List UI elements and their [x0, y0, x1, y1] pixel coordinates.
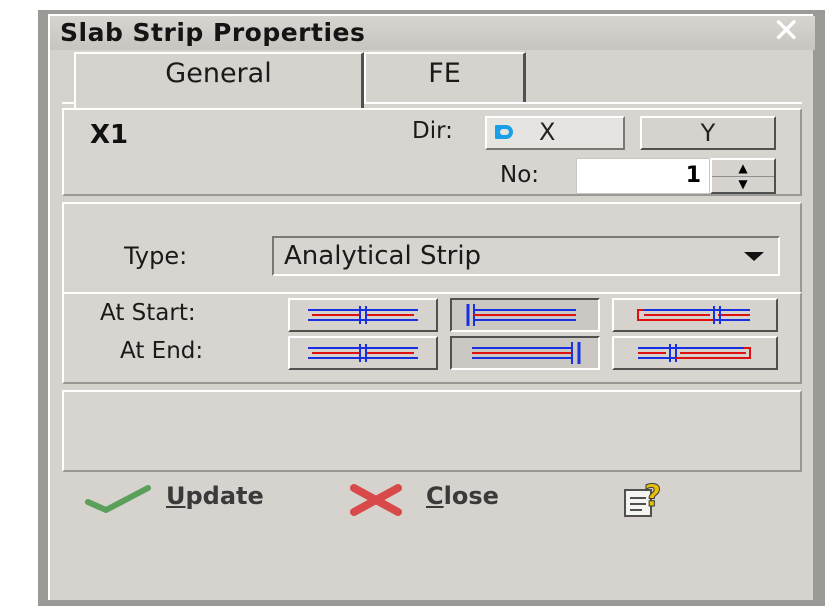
close-label-rest: lose [443, 482, 499, 510]
free-left-icon [638, 344, 751, 362]
title-bar[interactable]: Slab Strip Properties ✕ [50, 14, 815, 50]
update-label-rest: pdate [185, 482, 264, 510]
continuous-icon [308, 306, 418, 324]
action-bar: Update Close ? [62, 472, 802, 600]
tab-fe[interactable]: FE [364, 52, 526, 102]
dir-y-radio[interactable]: Y [640, 116, 776, 150]
start-continuous-button[interactable] [288, 298, 438, 332]
start-free-button[interactable] [612, 298, 778, 332]
dir-x-radio[interactable]: X [485, 116, 625, 150]
help-icon[interactable]: ? [622, 478, 672, 520]
strip-name: X1 [90, 120, 129, 150]
continuous-icon [308, 344, 418, 362]
radio-selected-icon [495, 125, 513, 139]
close-window-icon[interactable]: ✕ [772, 14, 801, 48]
spin-up-icon[interactable]: ▲ [712, 160, 774, 177]
strip-number-spinner[interactable]: ▲ ▼ [710, 158, 776, 194]
slab-strip-properties-dialog: Slab Strip Properties ✕ General FE X1 Di… [48, 14, 815, 600]
at-end-label: At End: [120, 338, 204, 364]
type-group: Type: Analytical Strip [62, 202, 802, 294]
close-button[interactable]: Close [426, 482, 499, 510]
end-free-button[interactable] [612, 336, 778, 370]
type-selected-value: Analytical Strip [284, 241, 482, 271]
dir-x-label: X [539, 118, 556, 146]
spin-down-icon[interactable]: ▼ [712, 176, 774, 192]
update-button[interactable]: Update [166, 482, 264, 510]
tab-general[interactable]: General [74, 52, 364, 108]
free-right-icon [637, 306, 750, 324]
svg-text:?: ? [644, 479, 661, 514]
chevron-down-icon [744, 252, 764, 261]
end-continuous-button[interactable] [288, 336, 438, 370]
check-icon[interactable] [84, 482, 154, 516]
dir-label: Dir: [412, 118, 453, 144]
strip-id-group: X1 Dir: X Y No: 1 ▲ ▼ [62, 108, 802, 196]
type-label: Type: [124, 242, 188, 270]
close-mnemonic: C [426, 482, 444, 510]
window-title: Slab Strip Properties [60, 18, 366, 47]
end-conditions-group: At Start: At End: [62, 292, 802, 384]
update-mnemonic: U [166, 482, 186, 510]
empty-group [62, 390, 802, 472]
end-fixed-button[interactable] [450, 336, 600, 370]
at-start-label: At Start: [100, 300, 196, 326]
start-fixed-button[interactable] [450, 298, 600, 332]
strip-number-input[interactable]: 1 [576, 158, 710, 194]
fixed-right-icon [472, 342, 581, 364]
cross-icon[interactable] [348, 482, 404, 518]
no-label: No: [500, 162, 540, 188]
fixed-left-icon [466, 304, 576, 326]
type-dropdown[interactable]: Analytical Strip [272, 236, 780, 276]
